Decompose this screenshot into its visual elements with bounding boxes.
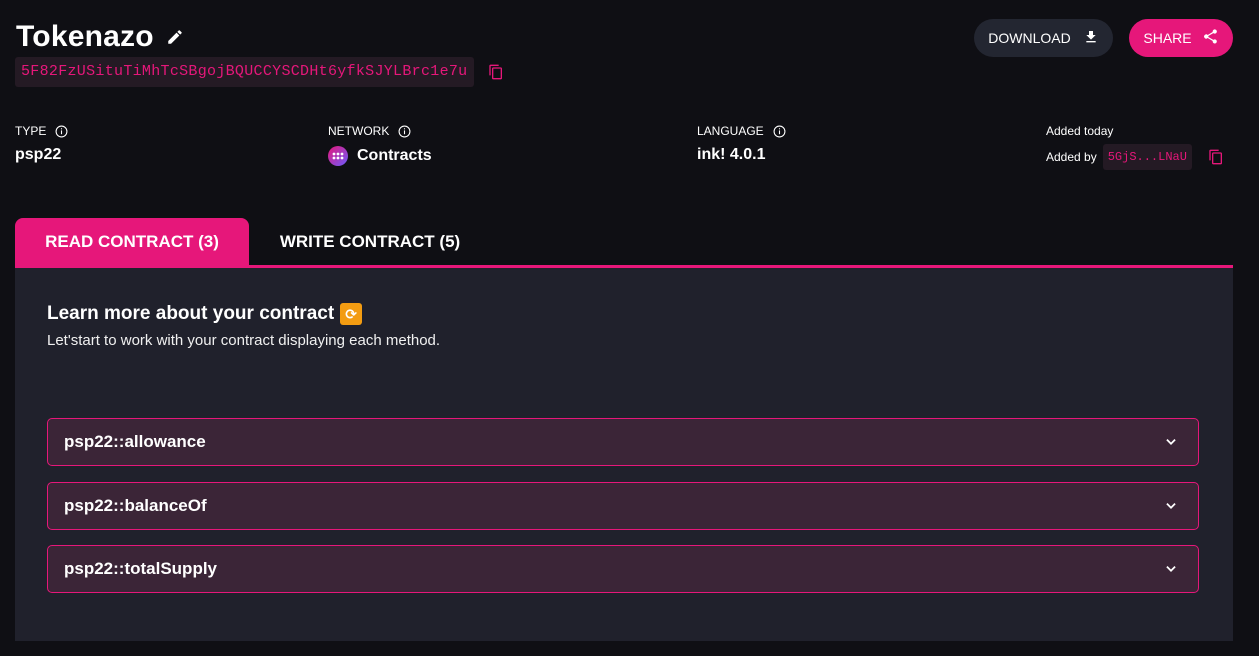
- contract-address: 5F82FzUSituTiMhTcSBgojBQUCCYSCDHt6yfkSJY…: [15, 57, 475, 87]
- repeat-emoji-icon: ⟳: [340, 303, 363, 325]
- language-value: ink! 4.0.1: [697, 146, 766, 163]
- panel-heading-text: Learn more about your contract: [47, 303, 335, 324]
- chevron-down-icon: [1164, 499, 1178, 513]
- type-value: psp22: [15, 146, 62, 163]
- download-label: DOWNLOAD: [988, 30, 1071, 46]
- method-accordion-allowance[interactable]: psp22::allowance: [47, 418, 1199, 466]
- network-icon: [328, 146, 348, 166]
- network-label: NETWORK: [328, 124, 390, 138]
- method-label: psp22::totalSupply: [64, 559, 218, 578]
- tab-write-contract[interactable]: WRITE CONTRACT (5): [249, 218, 491, 265]
- added-by-label: Added by: [1046, 150, 1097, 164]
- method-label: psp22::balanceOf: [64, 496, 207, 515]
- info-icon[interactable]: [398, 125, 411, 138]
- method-label: psp22::allowance: [64, 432, 206, 451]
- type-label: TYPE: [15, 124, 47, 138]
- tab-read-contract[interactable]: READ CONTRACT (3): [15, 218, 249, 265]
- pencil-icon[interactable]: [166, 28, 184, 46]
- panel-heading: Learn more about your contract ⟳: [47, 303, 363, 325]
- method-accordion-balanceof[interactable]: psp22::balanceOf: [47, 482, 1199, 530]
- download-icon: [1083, 29, 1099, 48]
- contract-header: Tokenazo: [16, 20, 184, 54]
- network-value: Contracts: [357, 147, 432, 164]
- download-button[interactable]: DOWNLOAD: [974, 19, 1113, 57]
- panel-subtitle: Let'start to work with your contract dis…: [47, 332, 441, 349]
- address-row: 5F82FzUSituTiMhTcSBgojBQUCCYSCDHt6yfkSJY…: [15, 57, 504, 87]
- meta-network: NETWORK Contracts: [328, 124, 432, 166]
- chevron-down-icon: [1164, 435, 1178, 449]
- added-today: Added today: [1046, 124, 1114, 138]
- contract-name: Tokenazo: [16, 20, 154, 53]
- share-icon: [1202, 28, 1219, 48]
- copy-icon[interactable]: [1208, 149, 1224, 165]
- share-label: SHARE: [1143, 30, 1192, 46]
- read-contract-panel: Learn more about your contract ⟳ Let'sta…: [15, 268, 1233, 641]
- chevron-down-icon: [1164, 562, 1178, 576]
- language-label: LANGUAGE: [697, 124, 764, 138]
- info-icon[interactable]: [773, 125, 786, 138]
- copy-icon[interactable]: [488, 64, 504, 80]
- share-button[interactable]: SHARE: [1129, 19, 1233, 57]
- added-by-address: 5GjS...LNaU: [1102, 144, 1192, 170]
- info-icon[interactable]: [55, 125, 68, 138]
- contract-tabs: READ CONTRACT (3) WRITE CONTRACT (5): [15, 218, 1233, 268]
- meta-language: LANGUAGE ink! 4.0.1: [697, 124, 786, 164]
- added-info: Added today Added by 5GjS...LNaU: [1046, 124, 1224, 170]
- method-accordion-totalsupply[interactable]: psp22::totalSupply: [47, 545, 1199, 593]
- meta-type: TYPE psp22: [15, 124, 68, 164]
